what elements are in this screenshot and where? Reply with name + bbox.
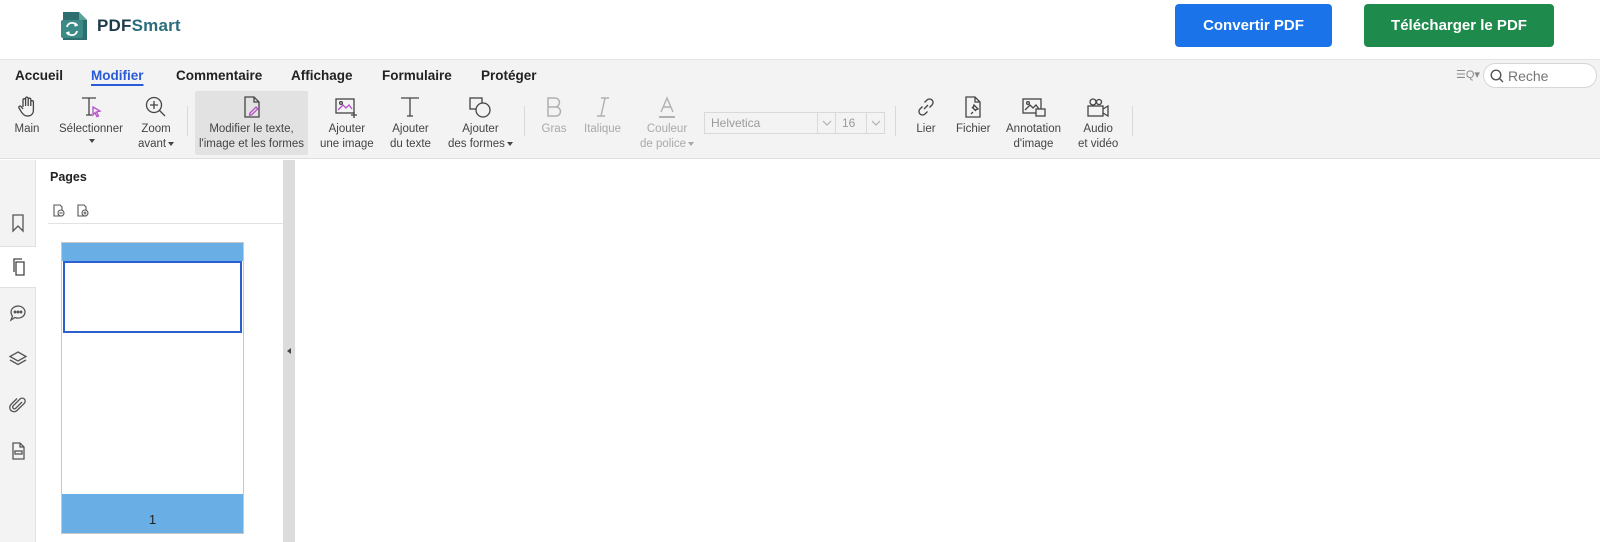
thumbnail-header [62,243,243,261]
bookmarks-tab[interactable] [0,202,36,244]
top-header: PDFSmart Convertir PDF Télécharger le PD… [0,0,1600,60]
image-annotation-button[interactable]: Annotation d'image [1006,94,1061,152]
document-viewer[interactable] [295,160,1600,542]
pages-panel-title: Pages [50,170,87,184]
page-thumbnail[interactable]: 1 [61,242,244,534]
ribbon-toolbar: Accueil Modifier Commentaire Affichage F… [0,60,1600,159]
link-button[interactable]: Lier [913,94,939,137]
divider [48,223,304,224]
menu-modifier[interactable]: Modifier [91,68,144,83]
add-shapes-button[interactable]: Ajouter des formes [448,94,513,152]
convert-pdf-button[interactable]: Convertir PDF [1175,4,1332,47]
pages-icon [12,258,25,276]
visible-area-indicator[interactable] [63,261,242,333]
bold-button[interactable]: Gras [541,94,567,137]
add-shapes-icon [469,97,492,118]
pages-tab[interactable] [0,246,37,288]
logo-text: PDFSmart [97,16,181,35]
search-icon [1490,68,1504,82]
zoom-in-icon [145,96,166,117]
font-color-button[interactable]: Couleur de police [640,94,695,152]
hand-tool-button[interactable]: Main [14,94,40,137]
menu-accueil[interactable]: Accueil [15,68,63,83]
zoom-in-thumbnail-icon[interactable] [76,204,90,218]
font-size-select[interactable]: 16 [835,112,885,134]
link-icon [918,98,934,116]
file-pin-icon [965,96,981,118]
layers-icon [8,351,28,366]
add-text-button[interactable]: Ajouter du texte [390,94,431,152]
italic-icon [596,97,609,117]
menu-formulaire[interactable]: Formulaire [382,68,452,83]
menu-commentaire[interactable]: Commentaire [176,68,262,83]
app-logo[interactable]: PDFSmart [59,10,181,42]
zoom-out-thumbnail-icon[interactable] [52,204,66,218]
video-camera-icon [1087,98,1109,118]
menu-proteger[interactable]: Protéger [481,68,537,83]
layers-tab[interactable] [0,338,36,380]
edit-document-icon [243,96,260,118]
form-fields-icon [12,442,25,460]
side-icon-rail [0,160,37,542]
select-text-icon [81,97,102,118]
image-annotation-icon [1021,98,1046,117]
thumbnail-page-number: 1 [62,494,243,533]
bold-icon [547,97,562,117]
form-fields-tab[interactable] [0,430,36,472]
comments-icon [9,305,26,322]
bookmark-icon [12,214,24,233]
pages-panel: Pages 1 [36,160,304,542]
add-text-icon [401,97,420,117]
font-color-icon [659,96,676,118]
attachment-icon [9,397,26,413]
edit-text-image-button[interactable]: Modifier le texte, l'image et les formes [195,91,308,155]
pdfsmart-logo-icon [61,12,87,40]
attachments-tab[interactable] [0,384,36,426]
comments-tab[interactable] [0,292,36,334]
pages-toolbar [52,204,90,218]
add-image-button[interactable]: Ajouter une image [320,94,374,152]
chevron-down-icon [871,120,880,126]
search-options-icon[interactable]: ☰Q▾ [1456,68,1480,81]
font-family-select[interactable]: Helvetica [704,112,836,134]
collapse-arrow-icon [287,348,291,354]
italic-button[interactable]: Italique [584,94,621,137]
zoom-in-button[interactable]: Zoom avant [138,94,175,152]
search-input[interactable] [1508,67,1588,84]
menu-affichage[interactable]: Affichage [291,68,353,83]
hand-icon [18,96,35,117]
add-image-icon [335,98,357,118]
panel-collapse-handle[interactable] [283,160,295,542]
search-box[interactable] [1483,63,1597,88]
select-tool-button[interactable]: Sélectionner [59,94,123,149]
file-attach-button[interactable]: Fichier [956,94,991,137]
chevron-down-icon [822,120,831,126]
download-pdf-button[interactable]: Télécharger le PDF [1364,4,1554,47]
audio-video-button[interactable]: Audio et vidéo [1078,94,1118,152]
